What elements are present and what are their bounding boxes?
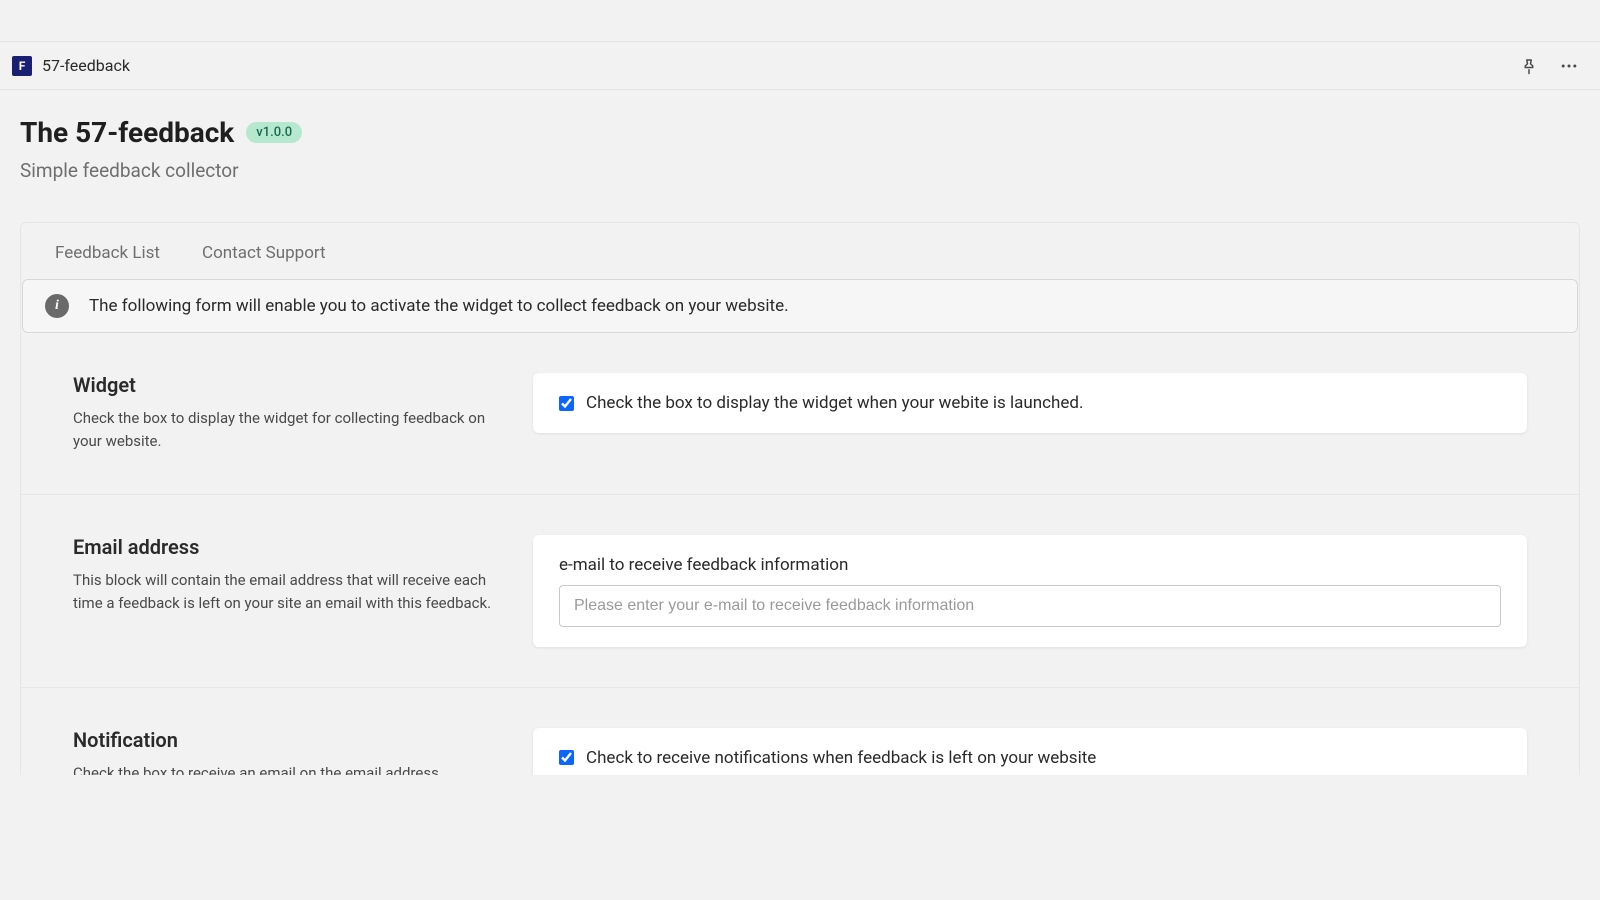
widget-checkbox-row: Check the box to display the widget when… [559, 393, 1501, 413]
tabs: Feedback List Contact Support [21, 223, 1579, 279]
notification-card: Check to receive notifications when feed… [533, 728, 1527, 788]
top-spacer [0, 0, 1600, 42]
notification-checkbox-label: Check to receive notifications when feed… [586, 748, 1096, 768]
info-text: The following form will enable you to ac… [89, 296, 789, 316]
section-email-right: e-mail to receive feedback information [533, 535, 1527, 647]
info-icon: i [45, 294, 69, 318]
content-area: The 57-feedback v1.0.0 Simple feedback c… [0, 90, 1600, 819]
page-title: The 57-feedback [20, 116, 234, 149]
section-email: Email address This block will contain th… [21, 495, 1579, 688]
more-icon[interactable] [1558, 55, 1580, 77]
notification-checkbox[interactable] [559, 750, 574, 765]
email-title: Email address [73, 535, 493, 559]
header-left: F 57-feedback [12, 56, 130, 76]
widget-card: Check the box to display the widget when… [533, 373, 1527, 433]
email-field-label: e-mail to receive feedback information [559, 555, 1501, 575]
widget-desc: Check the box to display the widget for … [73, 407, 493, 454]
section-notification-right: Check to receive notifications when feed… [533, 728, 1527, 809]
header-bar: F 57-feedback [0, 42, 1600, 90]
section-email-left: Email address This block will contain th… [73, 535, 493, 647]
widget-title: Widget [73, 373, 493, 397]
tab-feedback-list[interactable]: Feedback List [55, 243, 160, 263]
app-logo-icon: F [12, 56, 32, 76]
notification-checkbox-row: Check to receive notifications when feed… [559, 748, 1501, 768]
section-widget-left: Widget Check the box to display the widg… [73, 373, 493, 454]
section-widget: Widget Check the box to display the widg… [21, 333, 1579, 495]
header-right [1518, 55, 1588, 77]
info-banner: i The following form will enable you to … [22, 279, 1578, 333]
email-desc: This block will contain the email addres… [73, 569, 493, 616]
settings-panel: Feedback List Contact Support i The foll… [20, 222, 1580, 819]
tab-contact-support[interactable]: Contact Support [202, 243, 326, 263]
notification-desc: Check the box to receive an email on the… [73, 762, 483, 809]
notification-title: Notification [73, 728, 493, 752]
section-widget-right: Check the box to display the widget when… [533, 373, 1527, 454]
section-notification: Notification Check the box to receive an… [21, 688, 1579, 819]
section-notification-left: Notification Check the box to receive an… [73, 728, 493, 809]
version-badge: v1.0.0 [246, 122, 302, 143]
email-input[interactable] [559, 585, 1501, 627]
email-card: e-mail to receive feedback information [533, 535, 1527, 647]
widget-checkbox[interactable] [559, 396, 574, 411]
title-row: The 57-feedback v1.0.0 [20, 116, 1580, 149]
app-name: 57-feedback [42, 56, 130, 75]
pin-icon[interactable] [1518, 55, 1540, 77]
page-subtitle: Simple feedback collector [20, 159, 1580, 182]
widget-checkbox-label: Check the box to display the widget when… [586, 393, 1084, 413]
